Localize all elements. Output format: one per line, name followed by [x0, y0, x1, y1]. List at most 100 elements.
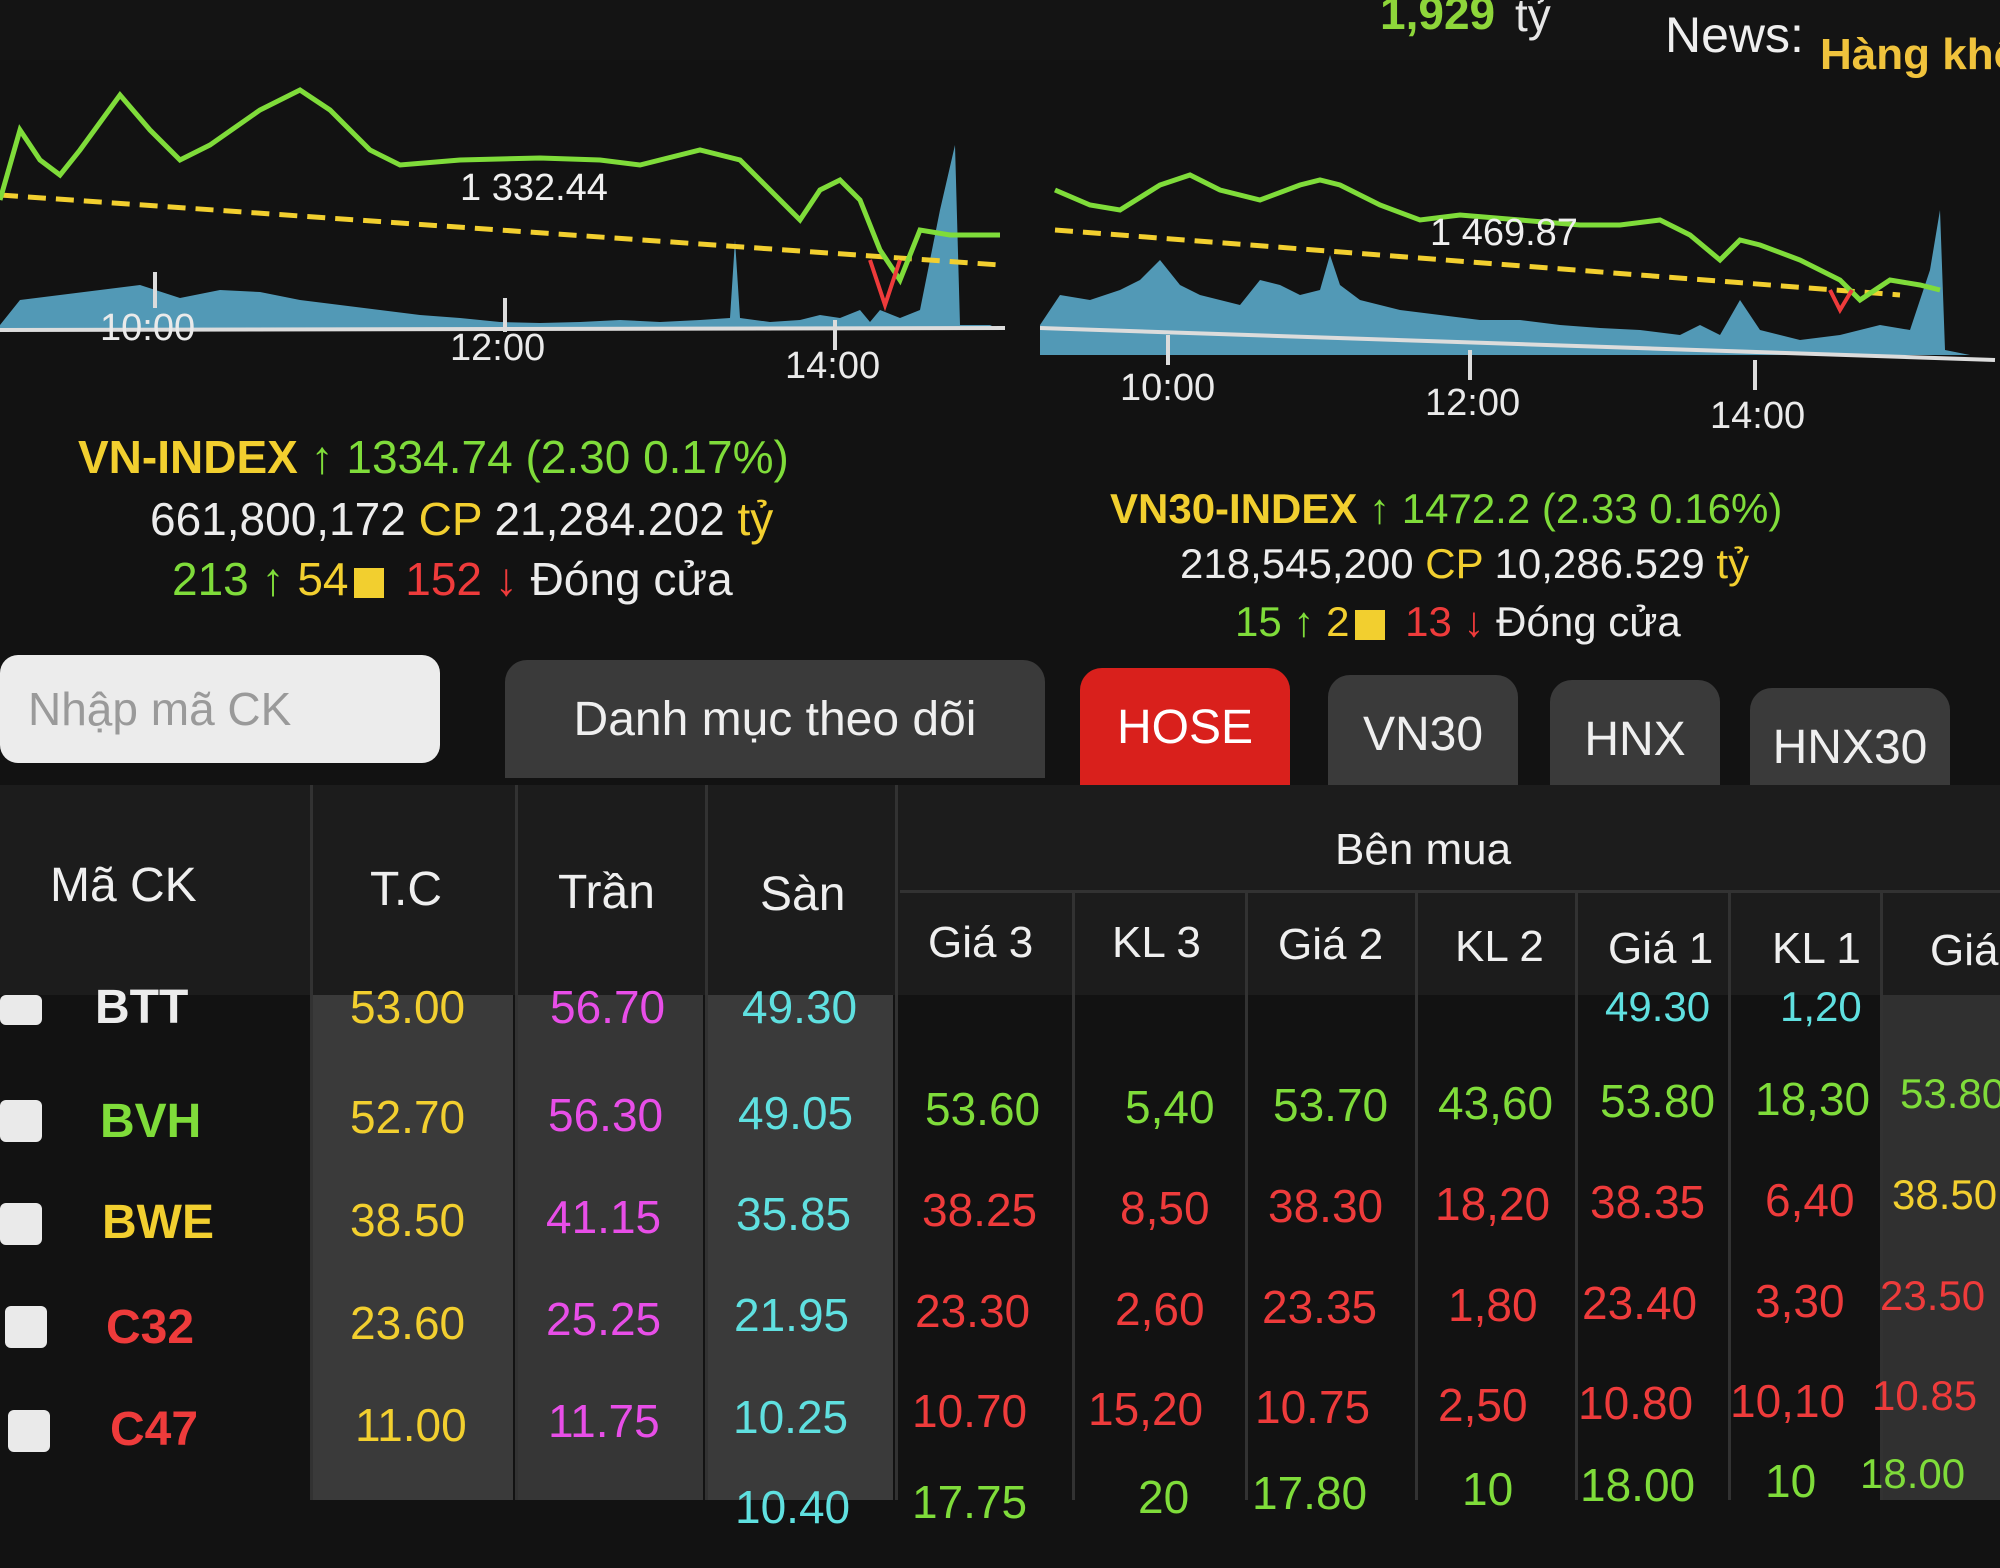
unchanged-count: 2: [1326, 598, 1350, 645]
index-change: (2.33 0.16%): [1541, 485, 1783, 532]
turnover: 10,286.529: [1494, 540, 1705, 587]
table-row[interactable]: BVH 52.70 56.30 49.05 53.60 5,40 53.70 4…: [0, 1070, 2000, 1170]
bid-price-3: 53.60: [925, 1083, 1041, 1135]
row-checkbox[interactable]: [0, 1100, 42, 1142]
bid-vol-3: 2,60: [1115, 1283, 1205, 1335]
dip-marker: [1828, 288, 1854, 315]
stock-code[interactable]: C47: [110, 1402, 198, 1457]
table-row[interactable]: C47 11.00 11.75 10.25 10.70 15,20 10.75 …: [0, 1372, 2000, 1478]
index-name[interactable]: VN-INDEX: [78, 431, 298, 483]
bid-vol-2: 18,20: [1435, 1178, 1551, 1230]
bid-vol-3: 8,50: [1120, 1182, 1210, 1234]
volume-unit: CP: [1425, 540, 1483, 587]
time-tick-label: 10:00: [100, 307, 195, 349]
bid-vol-1: 10,10: [1730, 1375, 1846, 1427]
bid-vol-2: 2,50: [1438, 1379, 1528, 1431]
col-header-bid-vol-1[interactable]: KL 1: [1772, 924, 1861, 974]
turnover: 21,284.202: [494, 493, 725, 545]
bid-price-1: 18.00: [1580, 1459, 1696, 1511]
bid-vol-2: 43,60: [1438, 1077, 1554, 1129]
bid-price-1: 49.30: [1605, 983, 1711, 1030]
tab-vn30[interactable]: VN30: [1328, 675, 1518, 793]
price: 10.85: [1872, 1372, 1978, 1419]
floor-price: 21.95: [734, 1289, 850, 1341]
col-header-floor[interactable]: Sàn: [760, 867, 845, 922]
bid-vol-1: 6,40: [1765, 1174, 1855, 1226]
bid-price-2: 17.80: [1252, 1467, 1368, 1519]
vn30-chart: 1 469.87 10:00 12:00 14:00: [1040, 172, 1996, 437]
bid-price-3: 10.70: [912, 1385, 1028, 1437]
bid-vol-3: 20: [1138, 1471, 1190, 1523]
time-tick-label: 12:00: [1425, 382, 1520, 424]
bid-vol-2: 10: [1462, 1463, 1514, 1515]
market-status: Đóng cửa: [1496, 598, 1681, 645]
col-header-bid-price-2[interactable]: Giá 2: [1278, 920, 1383, 970]
table-row[interactable]: BWE 38.50 41.15 35.85 38.25 8,50 38.30 1…: [0, 1171, 2000, 1273]
vn30-volume-line: 218,545,200 CP 10,286.529 tỷ: [1180, 540, 1749, 588]
top-value: 1,929: [1380, 0, 1496, 39]
bid-price-1: 53.80: [1600, 1075, 1716, 1127]
bid-vol-1: 18,30: [1755, 1073, 1871, 1125]
table-row[interactable]: 10.40 17.75 20 17.80 10 18.00 10 18.00: [0, 1450, 2000, 1568]
tab-watchlist[interactable]: Danh mục theo dõi: [505, 660, 1045, 778]
bid-vol-1: 3,30: [1755, 1275, 1845, 1327]
stock-code[interactable]: BTT: [95, 980, 188, 1035]
decliners-count: 13: [1405, 598, 1452, 645]
table-row[interactable]: BTT 53.00 56.70 49.30 49.30 1,20: [0, 981, 2000, 1055]
bid-price-1: 23.40: [1582, 1277, 1698, 1329]
index-value: 1334.74: [346, 431, 513, 483]
floor-price: 49.05: [738, 1087, 854, 1139]
bid-price-2: 10.75: [1255, 1381, 1371, 1433]
col-header-ceil[interactable]: Trần: [558, 865, 655, 920]
tab-hose[interactable]: HOSE: [1080, 668, 1290, 786]
row-checkbox[interactable]: [8, 1410, 50, 1452]
col-header-ref[interactable]: T.C: [370, 862, 442, 917]
stock-code[interactable]: BWE: [102, 1195, 214, 1250]
col-header-bid-vol-3[interactable]: KL 3: [1112, 918, 1201, 968]
bid-price-2: 53.70: [1273, 1079, 1389, 1131]
bid-vol-1: 1,20: [1780, 983, 1862, 1030]
floor-price: 10.25: [733, 1391, 849, 1443]
ceil-price: 41.15: [546, 1191, 662, 1243]
index-name[interactable]: VN30-INDEX: [1110, 485, 1357, 532]
reference-value-label: 1 332.44: [460, 167, 608, 209]
market-status: Đóng cửa: [530, 553, 733, 605]
ref-price: 38.50: [350, 1194, 466, 1246]
floor-price: 10.40: [735, 1481, 851, 1533]
stock-code[interactable]: C32: [106, 1300, 194, 1355]
reference-value-label: 1 469.87: [1430, 212, 1578, 254]
bid-vol-3: 15,20: [1088, 1383, 1204, 1435]
vn30-breadth-line: 15 ↑ 2 13 ↓ Đóng cửa: [1235, 598, 1681, 646]
col-header-code[interactable]: Mã CK: [50, 858, 197, 913]
time-tick-label: 10:00: [1120, 367, 1215, 409]
symbol-search-input[interactable]: [0, 655, 440, 763]
ceil-price: 56.70: [550, 981, 666, 1033]
bid-vol-3: 5,40: [1125, 1081, 1215, 1133]
row-checkbox[interactable]: [0, 1203, 42, 1245]
col-header-bid-vol-2[interactable]: KL 2: [1455, 922, 1544, 972]
price: 53.80: [1900, 1070, 2000, 1117]
vnindex-title-line: VN-INDEX ↑ 1334.74 (2.30 0.17%): [78, 430, 789, 484]
col-header-bid-price-1[interactable]: Giá 1: [1608, 924, 1713, 974]
col-header-bid-price-3[interactable]: Giá 3: [928, 918, 1033, 968]
bid-price-1: 10.80: [1578, 1377, 1694, 1429]
row-checkbox[interactable]: [0, 995, 42, 1025]
ceil-price: 56.30: [548, 1089, 664, 1141]
bid-price-2: 38.30: [1268, 1180, 1384, 1232]
turnover-unit: tỷ: [737, 493, 774, 545]
volume: 218,545,200: [1180, 540, 1414, 587]
bid-price-2: 23.35: [1262, 1281, 1378, 1333]
floor-price: 49.30: [742, 981, 858, 1033]
table-row[interactable]: C32 23.60 25.25 21.95 23.30 2,60 23.35 1…: [0, 1272, 2000, 1376]
stock-code[interactable]: BVH: [100, 1094, 201, 1149]
vnindex-chart: 1 332.44 10:00 12:00 14:00: [0, 87, 1006, 387]
row-checkbox[interactable]: [5, 1306, 47, 1348]
time-tick-label: 12:00: [450, 327, 545, 369]
news-ticker[interactable]: Hàng khô: [1820, 30, 2000, 80]
price: 18.00: [1860, 1450, 1966, 1497]
col-header-price[interactable]: Giá: [1930, 926, 1998, 976]
time-tick-label: 14:00: [785, 345, 880, 387]
tab-hnx[interactable]: HNX: [1550, 680, 1720, 798]
up-arrow-icon: ↑: [1369, 485, 1391, 532]
volume-unit: CP: [418, 493, 482, 545]
